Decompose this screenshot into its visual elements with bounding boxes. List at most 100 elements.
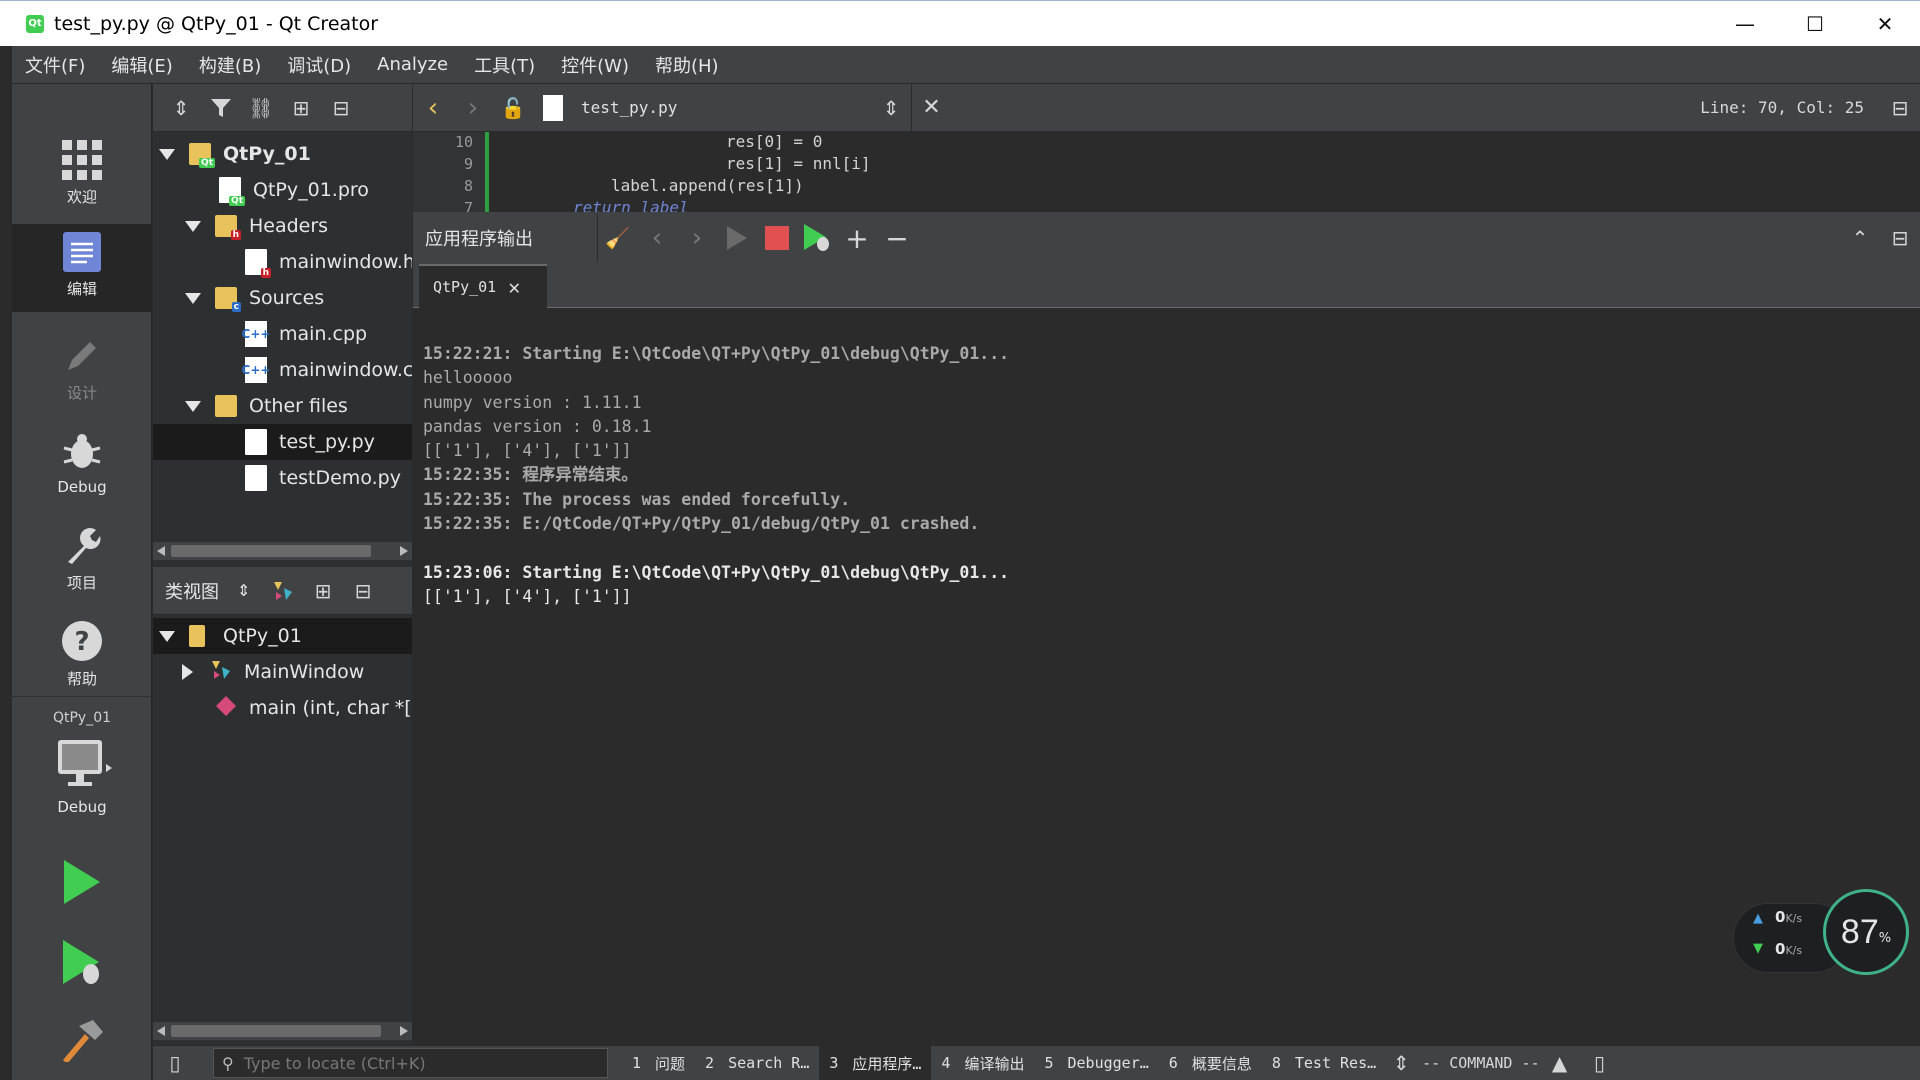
build-button[interactable]: [12, 1018, 152, 1062]
forward-icon[interactable]: ›: [453, 84, 493, 132]
expand-arrow-icon[interactable]: [159, 148, 175, 160]
scrollbar-thumb[interactable]: [171, 1025, 381, 1037]
close-document-icon[interactable]: ✕: [911, 83, 951, 132]
cursor-position[interactable]: Line: 70, Col: 25: [1700, 98, 1864, 117]
zoom-in-icon[interactable]: +: [837, 214, 877, 262]
menu-build[interactable]: 构建(B): [186, 52, 274, 78]
scroll-left-icon[interactable]: [157, 1026, 165, 1036]
sort-arrows-icon[interactable]: ⇕: [161, 84, 201, 132]
status-tab-test-results[interactable]: 8 Test Res…: [1262, 1046, 1386, 1080]
maximize-button[interactable]: ☐: [1780, 1, 1850, 47]
qt-creator-app-icon: Qt: [26, 14, 44, 33]
menu-edit[interactable]: 编辑(E): [98, 52, 185, 78]
open-file-combo[interactable]: test_py.py: [581, 98, 871, 117]
locator-placeholder: Type to locate (Ctrl+K): [243, 1053, 426, 1073]
attach-debugger-icon[interactable]: [797, 214, 837, 262]
tree-item-headers[interactable]: h Headers: [153, 208, 412, 244]
status-tab-application-output[interactable]: 3 应用程序…: [819, 1045, 932, 1080]
mode-projects[interactable]: 项目: [12, 526, 152, 593]
mode-debug[interactable]: Debug: [12, 432, 152, 496]
close-pane-icon[interactable]: ⊟: [343, 567, 383, 615]
scrollbar-thumb[interactable]: [171, 545, 371, 557]
mode-welcome[interactable]: 欢迎: [12, 140, 152, 207]
tree-item-mainwindow-cpp[interactable]: C++ mainwindow.cpp: [153, 352, 412, 388]
class-item-main-func[interactable]: main (int, char *[]): [153, 690, 412, 726]
tree-item-pro-file[interactable]: Qt QtPy_01.pro: [153, 172, 412, 208]
collapse-arrow-icon[interactable]: [182, 664, 193, 680]
stop-icon[interactable]: [757, 214, 797, 262]
locator-input[interactable]: ⚲ Type to locate (Ctrl+K): [213, 1048, 608, 1078]
rerun-icon[interactable]: [717, 214, 757, 262]
next-item-icon[interactable]: ›: [677, 214, 717, 262]
back-icon[interactable]: ‹: [413, 84, 453, 132]
previous-item-icon[interactable]: ‹: [637, 214, 677, 262]
close-tab-icon[interactable]: ✕: [508, 275, 520, 299]
menu-tools[interactable]: 工具(T): [461, 52, 548, 78]
close-pane-icon[interactable]: ⊟: [1880, 214, 1920, 262]
split-editor-icon[interactable]: ⊟: [1880, 84, 1920, 132]
clear-output-icon[interactable]: 🧹: [597, 214, 637, 262]
split-add-icon[interactable]: ⊞: [303, 567, 343, 615]
class-item-project[interactable]: QtPy_01: [153, 618, 412, 654]
code-editor[interactable]: 10 9 8 7 res[0] = 0 res[1] = nnl[i] labe…: [413, 132, 1920, 212]
debug-run-button[interactable]: [12, 940, 152, 986]
zoom-out-icon[interactable]: −: [877, 214, 917, 262]
status-tab-search-results[interactable]: 2 Search R…: [695, 1046, 819, 1080]
mode-edit[interactable]: 编辑: [12, 224, 152, 312]
scroll-right-icon[interactable]: [400, 546, 408, 556]
view-combo[interactable]: 类视图 ⇕: [153, 578, 263, 604]
output-line: 15:23:06: Starting E:\QtCode\QT+Py\QtPy_…: [423, 562, 1010, 582]
status-tab-compile-output[interactable]: 4 编译输出: [931, 1046, 1034, 1080]
project-folder-icon: Qt: [189, 143, 215, 168]
close-button[interactable]: ✕: [1850, 1, 1920, 47]
minimize-button[interactable]: —: [1710, 1, 1780, 47]
toggle-right-sidebar-icon[interactable]: ▯: [1580, 1046, 1620, 1080]
expand-arrow-icon[interactable]: [185, 400, 201, 412]
split-add-icon[interactable]: ⊞: [281, 84, 321, 132]
file-combo-arrows-icon[interactable]: ⇕: [871, 84, 911, 132]
menu-debug[interactable]: 调试(D): [274, 52, 364, 78]
project-tree-panel: ⇕ ⛓ ⊞ ⊟ Qt QtPy_01 Qt QtPy_01.pro h Head…: [153, 84, 412, 567]
panel-up-icon[interactable]: ▲: [1540, 1046, 1580, 1080]
expand-arrow-icon[interactable]: [185, 220, 201, 232]
menu-file[interactable]: 文件(F): [12, 52, 98, 78]
tree-item-mainwindow-h[interactable]: h mainwindow.h: [153, 244, 412, 280]
more-tabs-icon[interactable]: ⇕: [1386, 1046, 1416, 1080]
class-hierarchy-icon[interactable]: [263, 567, 303, 615]
expand-arrow-icon[interactable]: [159, 630, 175, 642]
link-icon[interactable]: ⛓: [241, 84, 281, 132]
network-monitor-widget[interactable]: ▲ 0K/s ▼ 0K/s 87 %: [1733, 889, 1909, 995]
status-tab-issues[interactable]: 1 问题: [622, 1046, 695, 1080]
filter-icon[interactable]: [201, 84, 241, 132]
scroll-right-icon[interactable]: [400, 1026, 408, 1036]
close-pane-icon[interactable]: ⊟: [321, 84, 361, 132]
scroll-left-icon[interactable]: [157, 546, 165, 556]
menu-widgets[interactable]: 控件(W): [548, 52, 642, 78]
status-tab-general-messages[interactable]: 6 概要信息: [1159, 1046, 1262, 1080]
class-item-mainwindow[interactable]: MainWindow: [153, 654, 412, 690]
pro-file-icon: Qt: [219, 177, 245, 206]
application-output[interactable]: 15:22:21: Starting E:\QtCode\QT+Py\QtPy_…: [413, 308, 1920, 1042]
maximize-pane-icon[interactable]: ⌃: [1840, 214, 1880, 262]
status-tab-debugger[interactable]: 5 Debugger…: [1034, 1046, 1158, 1080]
tree-item-sources[interactable]: c Sources: [153, 280, 412, 316]
tree-item-testdemo-py[interactable]: testDemo.py: [153, 460, 412, 496]
tree-item-project[interactable]: Qt QtPy_01: [153, 136, 412, 172]
menu-analyze[interactable]: Analyze: [364, 54, 461, 75]
mode-design[interactable]: 设计: [12, 336, 152, 403]
tree-item-test-py[interactable]: test_py.py: [153, 424, 412, 460]
tree-item-main-cpp[interactable]: C++ main.cpp: [153, 316, 412, 352]
tree-item-label: main.cpp: [279, 323, 368, 345]
project-tree-scrollbar[interactable]: [153, 542, 412, 560]
mode-help[interactable]: ? 帮助: [12, 620, 152, 689]
tab-label: 应用程序…: [852, 1054, 922, 1073]
kit-selector[interactable]: Debug: [12, 740, 152, 816]
class-view-scrollbar[interactable]: [153, 1022, 412, 1040]
toggle-sidebar-icon[interactable]: ▯: [153, 1046, 197, 1080]
lock-icon[interactable]: 🔓: [493, 84, 533, 132]
run-button[interactable]: [12, 860, 152, 904]
menu-help[interactable]: 帮助(H): [642, 52, 732, 78]
output-tab-qtpy01[interactable]: QtPy_01 ✕: [419, 264, 547, 308]
expand-arrow-icon[interactable]: [185, 292, 201, 304]
tree-item-other-files[interactable]: Other files: [153, 388, 412, 424]
